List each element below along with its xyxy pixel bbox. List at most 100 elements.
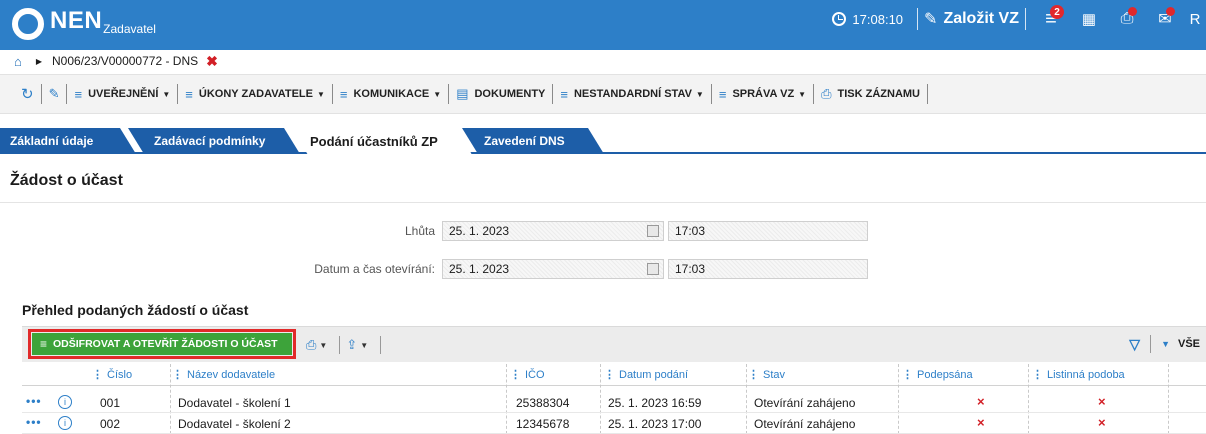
main-toolbar: ↻ ✎ ≡ UVEŘEJNĚNÍ ▼ ≡ ÚKONY ZADAVATELE ▼ ≡ KOM… (0, 74, 1206, 114)
inbox-dot (1128, 7, 1137, 16)
cell-ico: 25388304 (516, 396, 570, 410)
decrypt-open-label: ODŠIFROVAT A OTEVŘÍT ŽÁDOSTI O ÚČAST (53, 338, 278, 350)
menu-komunikace[interactable]: ≡ KOMUNIKACE ▼ (333, 83, 448, 105)
column-handle-icon: ⋮ (604, 369, 615, 381)
column-header-stav[interactable]: ⋮ Stav (748, 368, 785, 381)
menu-komunikace-label: KOMUNIKACE (353, 88, 430, 100)
column-label: Datum podání (619, 369, 689, 381)
grid-tools: ⎙ ▼ ⇪ ▼ (306, 336, 387, 354)
divider (0, 202, 1206, 203)
top-bar: NEN Zadavatel 17:08:10 ✎ Založit VZ ≡ 2 … (0, 0, 1206, 50)
menu-nestandardni-label: NESTANDARDNÍ STAV (573, 88, 692, 100)
export-icon[interactable]: ⇪ (346, 337, 357, 353)
breadcrumb-record[interactable]: N006/23/V00000772 - DNS (52, 54, 198, 68)
user-button[interactable]: R (1184, 0, 1206, 38)
menu-dokumenty[interactable]: ▤ DOKUMENTY (449, 83, 552, 105)
chevron-down-icon: ▼ (798, 89, 807, 99)
info-icon[interactable]: i (58, 416, 72, 430)
table-row[interactable]: ••• i 001 Dodavatel - školení 1 25388304… (22, 393, 1206, 413)
calendar-icon[interactable] (647, 263, 659, 275)
chevron-down-icon[interactable]: ▼ (319, 341, 327, 350)
menu-icon: ≡ (74, 86, 83, 102)
column-label: Číslo (107, 369, 133, 381)
home-icon[interactable]: ⌂ (14, 54, 22, 69)
filter-scope[interactable]: VŠE (1178, 338, 1200, 350)
menu-icon: ≡ (185, 86, 193, 102)
tab-label: Zadávací podmínky (154, 134, 266, 148)
menu-tisk-zaznamu[interactable]: ⎙ TISK ZÁZNAMU (814, 83, 927, 105)
print-icon: ⎙ (821, 86, 832, 101)
breadcrumb: ⌂ ▶ N006/23/V00000772 - DNS ✖ (0, 50, 1206, 72)
calculator-icon: ▦ (1081, 11, 1097, 28)
column-header-ico[interactable]: ⋮ IČO (510, 368, 545, 381)
more-icon[interactable]: ••• (26, 415, 42, 429)
decrypt-open-button[interactable]: ≡ ODŠIFROVAT A OTEVŘÍT ŽÁDOSTI O ÚČAST (28, 329, 296, 359)
deadline-label: Lhůta (404, 224, 435, 238)
logo-subtitle: Zadavatel (103, 22, 156, 36)
tab-zakladni-udaje[interactable]: Základní údaje (0, 128, 136, 154)
menu-uverejneni-label: UVEŘEJNĚNÍ (88, 88, 159, 100)
deadline-row: Lhůta 25. 1. 2023 17:03 (0, 221, 1206, 241)
filter-icon[interactable]: ▽ (1129, 336, 1140, 353)
column-header-datum[interactable]: ⋮ Datum podání (604, 368, 688, 381)
page-title: Žádost o účast (10, 172, 123, 189)
divider (1025, 8, 1026, 30)
column-label: Listinná podoba (1047, 369, 1125, 381)
more-icon[interactable]: ••• (26, 394, 42, 408)
column-handle-icon: ⋮ (902, 369, 913, 381)
user-initial: R (1189, 10, 1201, 28)
menu-icon: ≡ (40, 337, 48, 351)
column-header-nazev[interactable]: ⋮ Název dodavatele (172, 368, 275, 381)
cell-cislo: 001 (100, 396, 121, 410)
refresh-button[interactable]: ↻ (14, 83, 41, 105)
chevron-down-icon[interactable]: ▼ (360, 341, 368, 350)
menu-dokumenty-label: DOKUMENTY (474, 88, 546, 100)
logo-text: NEN (50, 7, 103, 34)
opening-date-value: 25. 1. 2023 (449, 262, 510, 276)
edit-button[interactable]: ✎ (42, 83, 67, 105)
column-label: Podepsána (917, 369, 973, 381)
cell-nazev: Dodavatel - školení 1 (178, 396, 291, 410)
messages-dot (1166, 7, 1175, 16)
menu-ukony-label: ÚKONY ZADAVATELE (198, 88, 313, 100)
tab-zadavaci-podminky[interactable]: Zadávací podmínky (128, 128, 300, 154)
calculator-button[interactable]: ▦ (1070, 0, 1108, 38)
opening-row: Datum a čas otevírání: 25. 1. 2023 17:03 (0, 259, 1206, 279)
cell-cislo: 002 (100, 417, 121, 431)
grid-toolbar: ≡ ODŠIFROVAT A OTEVŘÍT ŽÁDOSTI O ÚČAST ⎙… (22, 326, 1206, 362)
pencil-icon: ✎ (48, 86, 60, 101)
deadline-date-field[interactable]: 25. 1. 2023 (442, 221, 664, 241)
column-label: Název dodavatele (187, 369, 276, 381)
menu-uverejneni[interactable]: ≡ UVEŘEJNĚNÍ ▼ (67, 83, 177, 105)
table-row[interactable]: ••• i 002 Dodavatel - školení 2 12345678… (22, 414, 1206, 434)
tab-podani-ucastniku[interactable]: Podání účastníků ZP (292, 128, 472, 155)
opening-time-field[interactable]: 17:03 (668, 259, 868, 279)
nen-logo[interactable]: NEN Zadavatel (12, 8, 156, 40)
column-handle-icon: ⋮ (92, 369, 103, 381)
menu-nestandardni-stav[interactable]: ≡ NESTANDARDNÍ STAV ▼ (553, 83, 710, 105)
messages-button[interactable]: ✉ (1146, 0, 1184, 38)
tasks-button[interactable]: ≡ 2 (1032, 0, 1070, 38)
column-header-podepsana[interactable]: ⋮ Podepsána (902, 368, 973, 381)
chevron-down-icon[interactable]: ▼ (1161, 339, 1170, 349)
chevron-right-icon: ▶ (35, 56, 43, 66)
deadline-time-field[interactable]: 17:03 (668, 221, 868, 241)
cell-podepsana: × (977, 415, 985, 430)
menu-ukony-zadavatele[interactable]: ≡ ÚKONY ZADAVATELE ▼ (178, 83, 332, 105)
column-handle-icon: ⋮ (1032, 369, 1043, 381)
info-icon[interactable]: i (58, 395, 72, 409)
close-icon[interactable]: ✖ (206, 53, 218, 70)
cell-listinna: × (1098, 415, 1106, 430)
tab-zavedeni-dns[interactable]: Zavedení DNS (462, 128, 604, 154)
menu-sprava-vz[interactable]: ≡ SPRÁVA VZ ▼ (712, 83, 813, 105)
column-header-listinna[interactable]: ⋮ Listinná podoba (1032, 368, 1125, 381)
grid-filter: ▽ ▼ VŠE (1129, 335, 1200, 353)
cell-datum: 25. 1. 2023 16:59 (608, 396, 702, 410)
column-header-cislo[interactable]: ⋮ Číslo (92, 368, 132, 381)
opening-date-field[interactable]: 25. 1. 2023 (442, 259, 664, 279)
calendar-icon[interactable] (647, 225, 659, 237)
inbox-button[interactable]: ⎙ (1108, 0, 1146, 38)
clock-icon (832, 12, 847, 26)
print-icon[interactable]: ⎙ (306, 337, 316, 353)
create-contract-button[interactable]: ✎ Založit VZ (924, 9, 1019, 29)
